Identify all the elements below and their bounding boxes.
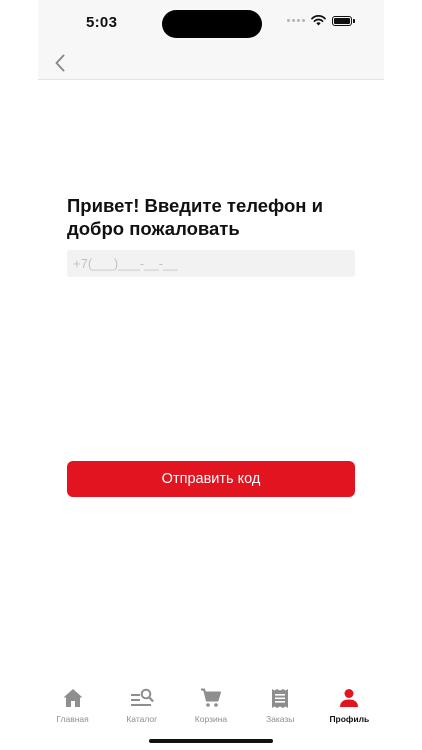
- home-indicator: [149, 739, 273, 743]
- status-bar: 5:03: [38, 0, 384, 46]
- tab-bar: Главная Каталог Корзина Заказы Профиль: [38, 680, 384, 730]
- phone-screen: 5:03 Привет! Введите телефон и добро пож…: [38, 0, 384, 750]
- page-title: Привет! Введите телефон и добро пожалова…: [67, 195, 323, 239]
- tab-label: Каталог: [126, 714, 158, 724]
- tab-orders[interactable]: Заказы: [246, 680, 315, 730]
- chevron-left-icon: [55, 54, 65, 72]
- send-code-button[interactable]: Отправить код: [67, 461, 355, 497]
- battery-icon: [332, 15, 355, 26]
- status-time: 5:03: [86, 14, 118, 31]
- tab-label: Корзина: [194, 714, 228, 724]
- orders-receipt-icon: [271, 686, 289, 710]
- back-button[interactable]: [46, 50, 74, 76]
- cart-icon: [200, 686, 222, 710]
- tab-label: Профиль: [329, 714, 370, 724]
- tab-cart[interactable]: Корзина: [176, 680, 245, 730]
- phone-input[interactable]: [67, 250, 355, 277]
- cellular-signal-icon: [287, 19, 305, 22]
- profile-icon: [339, 686, 359, 710]
- tab-label: Заказы: [265, 714, 295, 724]
- tab-label: Главная: [56, 714, 89, 724]
- wifi-icon: [311, 15, 326, 26]
- tab-home[interactable]: Главная: [38, 680, 107, 730]
- navigation-bar: [38, 46, 384, 80]
- status-icons: [287, 15, 355, 26]
- home-icon: [62, 686, 84, 710]
- tab-catalog[interactable]: Каталог: [107, 680, 176, 730]
- catalog-search-icon: [130, 686, 154, 710]
- tab-profile[interactable]: Профиль: [315, 680, 384, 730]
- dynamic-island: [162, 10, 262, 38]
